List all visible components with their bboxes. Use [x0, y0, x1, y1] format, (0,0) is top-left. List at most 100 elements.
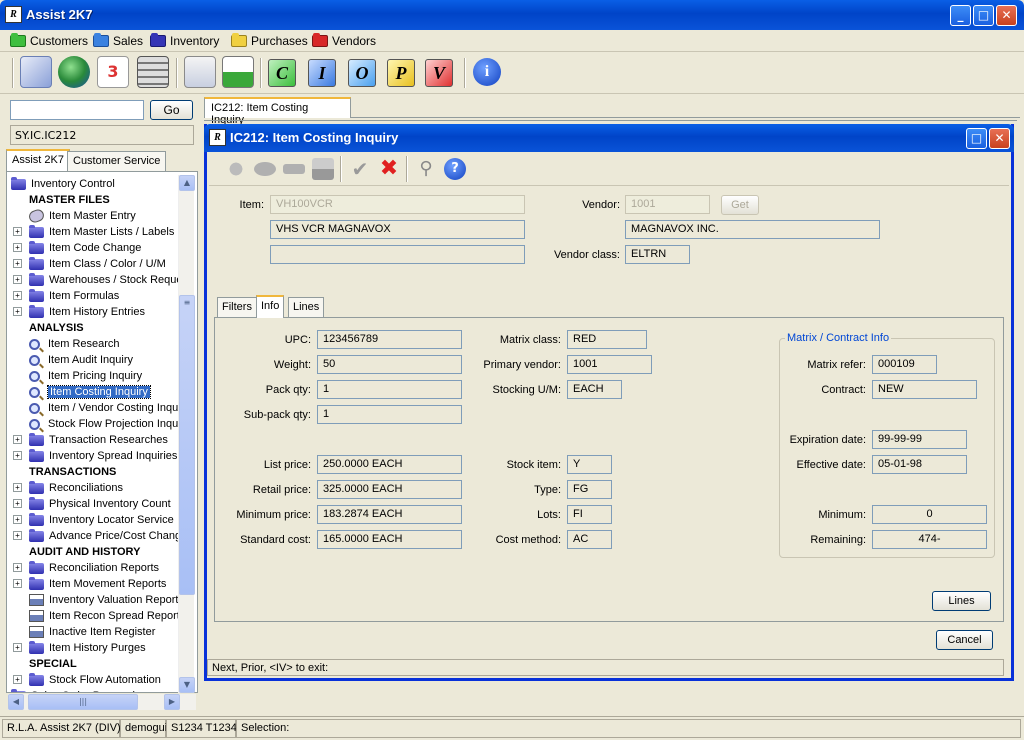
globe-icon[interactable]	[58, 56, 90, 88]
expand-icon[interactable]: +	[13, 515, 22, 524]
tree-item[interactable]: + Inventory Locator Service	[13, 512, 174, 528]
expand-icon[interactable]: +	[13, 275, 22, 284]
tree-item[interactable]: Item Master Entry	[27, 207, 136, 225]
expand-icon[interactable]: +	[13, 531, 22, 540]
tree-item-label: Item Master Lists / Labels	[49, 226, 175, 238]
tree-item[interactable]: Inventory Control	[11, 176, 115, 192]
cancel-icon[interactable]: ✖	[378, 158, 400, 180]
help-icon[interactable]: ?	[444, 158, 466, 180]
tree-item[interactable]: Sales Order Processing	[11, 688, 147, 692]
tree-item[interactable]: Inactive Item Register	[29, 624, 155, 640]
menu-purchases[interactable]: Purchases	[231, 33, 308, 49]
scroll-thumb[interactable]: ≡	[179, 295, 195, 595]
expand-icon[interactable]: +	[13, 291, 22, 300]
tree-item[interactable]: Stock Flow Projection Inqui	[29, 416, 181, 432]
get-button[interactable]: Get	[721, 195, 759, 215]
tree-item[interactable]: Item Costing Inquiry	[29, 384, 151, 400]
scroll-down-icon[interactable]: ▼	[179, 677, 195, 693]
tree-item[interactable]: + Item History Entries	[13, 304, 145, 320]
tree-item[interactable]: Item / Vendor Costing Inqu	[29, 400, 178, 416]
tree-item[interactable]: + Advance Price/Cost Chang	[13, 528, 181, 544]
tree-item[interactable]: + Item History Purges	[13, 640, 146, 656]
expand-icon[interactable]: +	[13, 499, 22, 508]
minimize-button[interactable]: _	[950, 5, 971, 26]
vendor-field[interactable]: 1001	[625, 195, 710, 214]
vendor-v-icon[interactable]: V	[425, 59, 453, 87]
tree-item[interactable]: + Item Movement Reports	[13, 576, 166, 592]
item-field[interactable]: VH100VCR	[270, 195, 525, 214]
menu-customers[interactable]: Customers	[10, 33, 88, 49]
tree-item[interactable]: Item Pricing Inquiry	[29, 368, 142, 384]
tree-item[interactable]: + Inventory Spread Inquiries	[13, 448, 177, 464]
delete-icon[interactable]	[283, 164, 305, 174]
tab-assist-2k7[interactable]: Assist 2K7	[6, 149, 70, 172]
inventory-i-icon[interactable]: I	[308, 59, 336, 87]
order-o-icon[interactable]: O	[348, 59, 376, 87]
expand-icon[interactable]: +	[13, 259, 22, 268]
doc-tab-ic212[interactable]: IC212: Item Costing Inquiry	[204, 97, 351, 126]
go-button[interactable]: Go	[150, 100, 193, 120]
scroll-right-icon[interactable]: ▶	[164, 694, 180, 710]
tree-item[interactable]: + Item Master Lists / Labels	[13, 224, 175, 240]
calendar-icon[interactable]: 3	[97, 56, 129, 88]
tree-item[interactable]: + Reconciliations	[13, 480, 123, 496]
lines-button[interactable]: Lines	[932, 591, 991, 611]
vendor-class-field: ELTRN	[625, 245, 690, 264]
search-input[interactable]	[10, 100, 144, 120]
tab-customer-service[interactable]: Customer Service	[67, 151, 167, 171]
tree-item[interactable]: Item Research	[29, 336, 120, 352]
tree-item[interactable]: + Transaction Researches	[13, 432, 168, 448]
expand-icon[interactable]: +	[13, 563, 22, 572]
purchase-p-icon[interactable]: P	[387, 59, 415, 87]
expand-icon[interactable]: +	[13, 675, 22, 684]
calculator-icon[interactable]	[137, 56, 169, 88]
app-title-bar[interactable]: R Assist 2K7 _ □ ✕	[0, 0, 1024, 30]
tree-vertical-scrollbar[interactable]: ▲ ≡ ▼	[178, 175, 195, 693]
info-icon[interactable]: i	[473, 58, 501, 86]
chart-icon[interactable]	[222, 56, 254, 88]
expand-icon[interactable]: +	[13, 435, 22, 444]
add-icon[interactable]	[225, 158, 247, 180]
print-icon[interactable]	[312, 158, 334, 180]
scroll-left-icon[interactable]: ◀	[8, 694, 24, 710]
tree-item[interactable]: + Stock Flow Automation	[13, 672, 161, 688]
tree-item[interactable]: + Warehouses / Stock Reque	[13, 272, 183, 288]
tree-item[interactable]: + Item Class / Color / U/M	[13, 256, 166, 272]
tree-item[interactable]: Inventory Valuation Report	[29, 592, 178, 608]
menu-vendors[interactable]: Vendors	[312, 33, 376, 49]
search-icon[interactable]: ⚲	[415, 158, 437, 180]
tree-horizontal-scrollbar[interactable]: ◀ ||| ▶	[8, 694, 196, 710]
inner-close-button[interactable]: ✕	[989, 128, 1010, 149]
tab-info[interactable]: Info	[256, 295, 285, 318]
menu-inventory[interactable]: Inventory	[150, 33, 219, 49]
mail-icon[interactable]	[20, 56, 52, 88]
edit-icon[interactable]	[254, 162, 276, 176]
tree-item[interactable]: Item Recon Spread Report	[29, 608, 180, 624]
scroll-thumb[interactable]: |||	[28, 694, 138, 710]
expand-icon[interactable]: +	[13, 227, 22, 236]
tree-item[interactable]: + Reconciliation Reports	[13, 560, 159, 576]
menu-sales[interactable]: Sales	[93, 33, 143, 49]
tree-item[interactable]: + Item Code Change	[13, 240, 141, 256]
customer-c-icon[interactable]: C	[268, 59, 296, 87]
report-icon[interactable]	[184, 56, 216, 88]
tree-item[interactable]: Item Audit Inquiry	[29, 352, 133, 368]
expand-icon[interactable]: +	[13, 451, 22, 460]
tree-item[interactable]: + Item Formulas	[13, 288, 119, 304]
expand-icon[interactable]: +	[13, 579, 22, 588]
cancel-button[interactable]: Cancel	[936, 630, 993, 650]
accept-icon[interactable]: ✔	[349, 158, 371, 180]
tree-item-label: Stock Flow Automation	[49, 674, 161, 686]
close-button[interactable]: ✕	[996, 5, 1017, 26]
tree-item[interactable]: + Physical Inventory Count	[13, 496, 171, 512]
tab-filters[interactable]: Filters	[217, 297, 257, 317]
expand-icon[interactable]: +	[13, 243, 22, 252]
expand-icon[interactable]: +	[13, 307, 22, 316]
expand-icon[interactable]: +	[13, 643, 22, 652]
expand-icon[interactable]: +	[13, 483, 22, 492]
maximize-button[interactable]: □	[973, 5, 994, 26]
tab-lines[interactable]: Lines	[288, 297, 325, 317]
scroll-up-icon[interactable]: ▲	[179, 175, 195, 191]
inner-maximize-button[interactable]: □	[966, 128, 987, 149]
inner-window-title-bar[interactable]: R IC212: Item Costing Inquiry □ ✕	[204, 124, 1014, 152]
